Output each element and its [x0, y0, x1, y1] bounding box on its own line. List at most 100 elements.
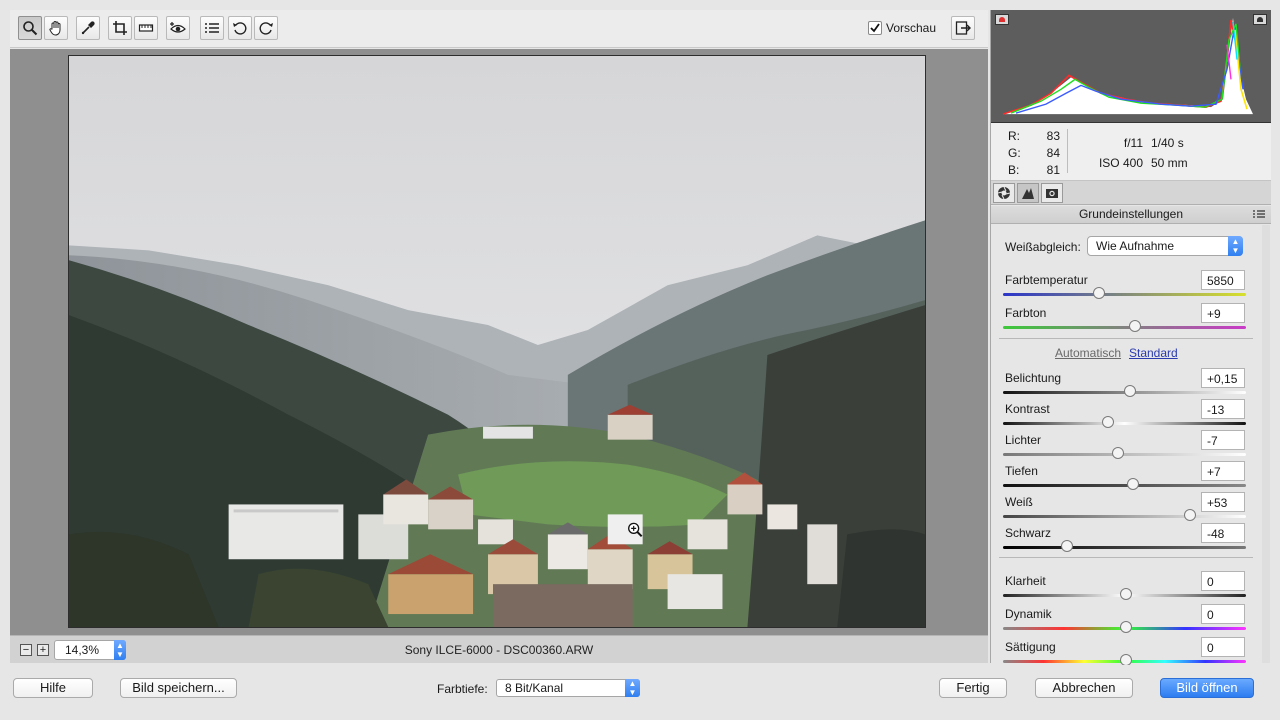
toolbar: Vorschau [10, 10, 988, 48]
slider-label: Kontrast [1005, 402, 1050, 416]
list-icon [205, 23, 219, 33]
shutter-speed: 1/40 s [1151, 136, 1184, 150]
panel-tabs [991, 181, 1271, 205]
aperture-icon [997, 186, 1011, 200]
done-button[interactable]: Fertig [939, 678, 1007, 698]
preview-canvas[interactable] [10, 49, 988, 635]
slider-value-field[interactable]: +53 [1201, 492, 1245, 512]
slider-track[interactable] [1003, 422, 1246, 425]
slider-belichtung: Belichtung +0,15 [991, 368, 1271, 402]
tab-tone-curve[interactable] [1017, 183, 1039, 203]
straighten-icon [138, 24, 154, 32]
slider-klarheit: Klarheit 0 [991, 571, 1271, 605]
straighten-tool[interactable] [134, 16, 158, 40]
white-balance-label: Weißabgleich: [1005, 240, 1081, 254]
slider-track[interactable] [1003, 484, 1246, 487]
help-button[interactable]: Hilfe [13, 678, 93, 698]
slider-track[interactable] [1003, 546, 1246, 549]
slider-dynamik: Dynamik 0 [991, 604, 1271, 638]
slider-value-field[interactable]: 0 [1201, 637, 1245, 657]
tab-basic[interactable] [993, 183, 1015, 203]
standard-link[interactable]: Standard [1129, 346, 1178, 360]
redeye-icon [170, 22, 186, 33]
open-image-button[interactable]: Bild öffnen [1160, 678, 1254, 698]
pixel-info: R: 83 G: 84 B: 81 f/11 1/40 s ISO 400 50 mm [991, 123, 1271, 181]
save-image-button[interactable]: Bild speichern... [120, 678, 237, 698]
shadow-clipping-toggle[interactable] [995, 14, 1009, 25]
b-label: B: [1008, 163, 1020, 177]
slider-label: Lichter [1005, 433, 1042, 447]
adjustment-panel: R: 83 G: 84 B: 81 f/11 1/40 s ISO 400 50 mm G… [990, 10, 1271, 666]
preview-label: Vorschau [886, 21, 937, 35]
slider-farbtemperatur: Farbtemperatur 5850 [991, 270, 1271, 304]
slider-value-field[interactable]: 5850 [1201, 270, 1245, 290]
cancel-button[interactable]: Abbrechen [1035, 678, 1133, 698]
preview-checkbox[interactable]: Vorschau [868, 21, 936, 35]
fullscreen-button[interactable] [951, 16, 975, 40]
slider-tiefen: Tiefen +7 [991, 461, 1271, 495]
depth-label: Farbtiefe: [437, 682, 488, 696]
export-icon [955, 21, 971, 35]
slider-value-field[interactable]: +9 [1201, 303, 1245, 323]
slider-kontrast: Kontrast -13 [991, 399, 1271, 433]
auto-link[interactable]: Automatisch [1055, 346, 1121, 360]
section-title: Grundeinstellungen [991, 206, 1271, 224]
canvas-statusbar: − + 14,3% ▲ ▼ Sony ILCE-6000 - DSC00360.A… [10, 635, 988, 663]
select-arrows-icon: ▲ ▼ [625, 679, 640, 697]
slider-label: Weiß [1005, 495, 1033, 509]
slider-label: Sättigung [1005, 640, 1056, 654]
slider-value-field[interactable]: -48 [1201, 523, 1245, 543]
slider-track[interactable] [1003, 293, 1246, 296]
slider-label: Tiefen [1005, 464, 1038, 478]
dialog-footer: Hilfe Bild speichern... Farbtiefe: 8 Bit… [0, 665, 1280, 720]
highlight-clipping-toggle[interactable] [1253, 14, 1267, 25]
slider-schwarz: Schwarz -48 [991, 523, 1271, 557]
depth-select[interactable]: 8 Bit/Kanal ▲ ▼ [496, 679, 640, 697]
histogram-graph [1002, 17, 1253, 115]
rotate-left-icon [233, 22, 247, 35]
rotate-right-icon [259, 22, 273, 35]
slider-label: Belichtung [1005, 371, 1062, 385]
slider-value-field[interactable]: 0 [1201, 604, 1245, 624]
slider-value-field[interactable]: +7 [1201, 461, 1245, 481]
aperture: f/11 [1123, 136, 1143, 150]
slider-value-field[interactable]: +0,15 [1201, 368, 1245, 388]
white-balance-select[interactable]: Wie Aufnahme ▲ ▼ [1087, 236, 1243, 256]
rotate-left-tool[interactable] [228, 16, 252, 40]
slider-farbton: Farbton +9 [991, 303, 1271, 337]
slider-weiß: Weiß +53 [991, 492, 1271, 526]
rotate-right-tool[interactable] [254, 16, 278, 40]
photo-preview[interactable] [68, 55, 926, 628]
slider-value-field[interactable]: -7 [1201, 430, 1245, 450]
curve-icon [1022, 188, 1034, 199]
crop-tool[interactable] [108, 16, 132, 40]
white-balance-tool[interactable] [76, 16, 100, 40]
panel-menu-icon[interactable] [1253, 209, 1265, 219]
slider-track[interactable] [1003, 326, 1246, 329]
panel-scrollbar[interactable] [1262, 225, 1270, 663]
checkbox-box[interactable] [868, 21, 882, 35]
hand-tool[interactable] [44, 16, 68, 40]
zoom-tool[interactable] [18, 16, 42, 40]
r-label: R: [1008, 129, 1020, 143]
slider-value-field[interactable]: 0 [1201, 571, 1245, 591]
slider-value-field[interactable]: -13 [1201, 399, 1245, 419]
focal-length: 50 mm [1151, 156, 1188, 170]
g-value: 84 [1046, 146, 1060, 160]
histogram [991, 10, 1271, 123]
section-title-text: Grundeinstellungen [1078, 207, 1184, 221]
slider-track[interactable] [1003, 515, 1246, 518]
eyedropper-icon [81, 21, 95, 35]
b-value: 81 [1046, 163, 1060, 177]
slider-lichter: Lichter -7 [991, 430, 1271, 464]
redeye-tool[interactable] [166, 16, 190, 40]
tab-camera[interactable] [1041, 183, 1063, 203]
slider-label: Farbton [1005, 306, 1047, 320]
preferences-tool[interactable] [200, 16, 224, 40]
zoom-icon [23, 21, 38, 36]
slider-track[interactable] [1003, 453, 1246, 456]
hand-icon [49, 21, 61, 36]
g-label: G: [1008, 146, 1021, 160]
select-arrows-icon: ▲ ▼ [1228, 236, 1243, 256]
slider-label: Dynamik [1005, 607, 1052, 621]
